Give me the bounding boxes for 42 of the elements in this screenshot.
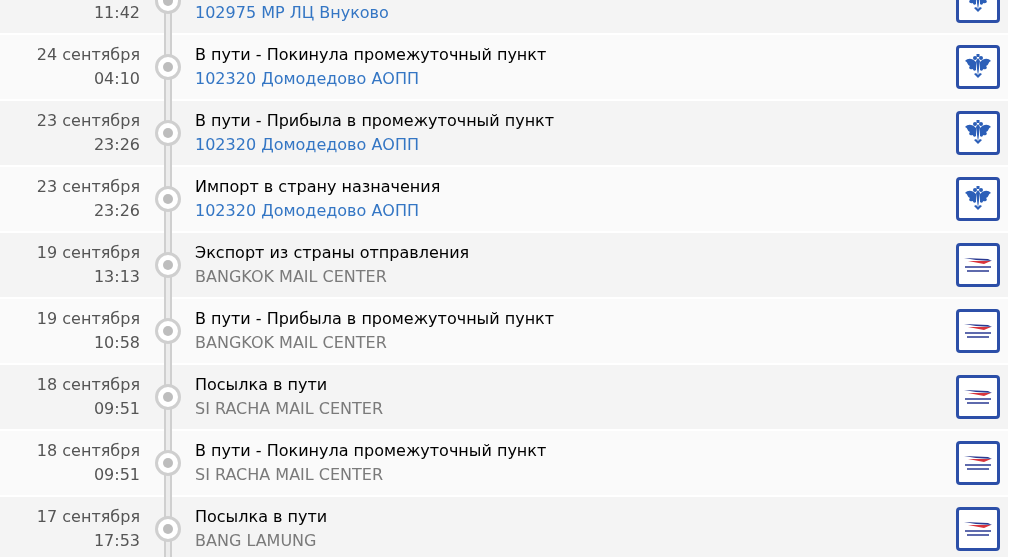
event-date: 18 сентября [36, 440, 140, 462]
event-date: 23 сентября [36, 176, 140, 198]
event-date: 18 сентября [36, 374, 140, 396]
event-time: 13:13 [93, 266, 140, 288]
event-status: В пути - Покинула промежуточный пункт [195, 44, 548, 66]
timeline-node [154, 516, 181, 542]
event-time: 04:10 [93, 68, 140, 90]
event-time: 17:53 [93, 530, 140, 552]
event-location: SI RACHA MAIL CENTER [195, 464, 385, 486]
event-location: 102320 Домодедово АОПП [195, 68, 420, 90]
event-time: 11:42 [93, 2, 140, 24]
event-date: 19 сентября [36, 242, 140, 264]
event-status: Посылка в пути [195, 506, 329, 528]
timeline-node [154, 54, 181, 80]
event-status: Посылка в пути [195, 374, 329, 396]
event-date: 17 сентября [36, 506, 140, 528]
event-location: BANGKOK MAIL CENTER [195, 332, 388, 354]
timeline-node [154, 450, 181, 476]
timeline-node [154, 252, 181, 278]
event-time: 23:26 [93, 134, 140, 156]
event-status: В пути - Прибыла в промежуточный пункт [195, 110, 556, 132]
event-status: В пути - Покинула промежуточный пункт [195, 440, 548, 462]
event-location: 102320 Домодедово АОПП [195, 134, 420, 156]
event-time: 23:26 [93, 200, 140, 222]
event-status: В пути - Прибыла в промежуточный пункт [195, 308, 556, 330]
event-time: 09:51 [93, 464, 140, 486]
event-location: BANG LAMUNG [195, 530, 318, 552]
event-date: 23 сентября [36, 110, 140, 132]
event-status: Экспорт из страны отправления [195, 242, 471, 264]
timeline-node [154, 384, 181, 410]
timeline-node [154, 120, 181, 146]
event-time: 10:58 [93, 332, 140, 354]
timeline-node [154, 318, 181, 344]
event-status: Импорт в страну назначения [195, 176, 442, 198]
event-location: SI RACHA MAIL CENTER [195, 398, 385, 420]
event-time: 09:51 [93, 398, 140, 420]
timeline-node [154, 186, 181, 212]
event-location: 102320 Домодедово АОПП [195, 200, 420, 222]
event-location: BANGKOK MAIL CENTER [195, 266, 388, 288]
event-date: 24 сентября [36, 44, 140, 66]
event-date: 19 сентября [36, 308, 140, 330]
event-location: 102975 МР ЛЦ Внуково [195, 2, 390, 24]
